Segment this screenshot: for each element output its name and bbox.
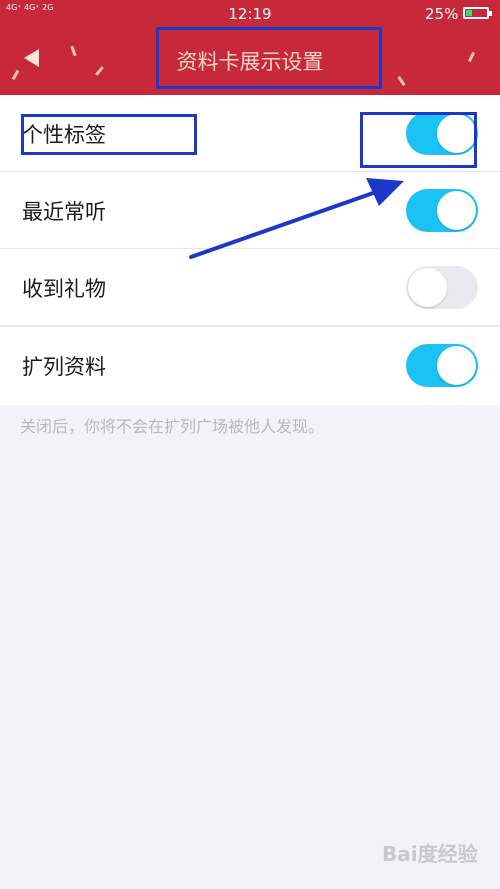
- annotation-arrow-icon: [189, 178, 404, 259]
- watermark: Bai度经验: [382, 842, 478, 866]
